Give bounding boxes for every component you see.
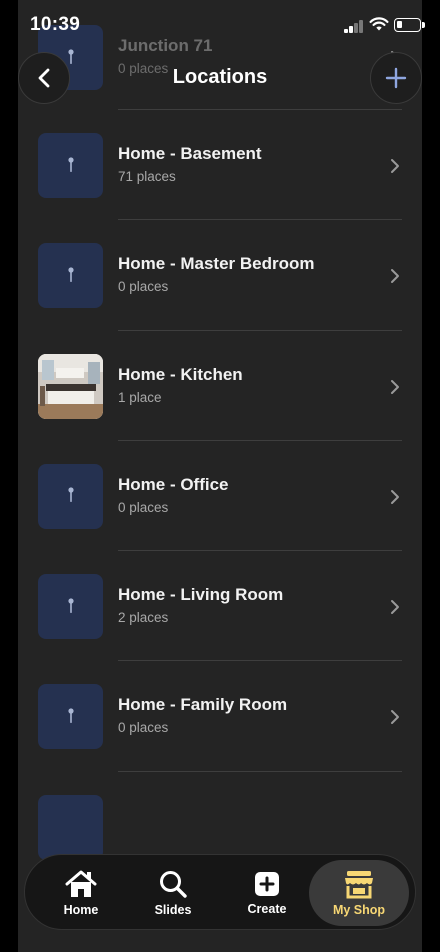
location-count: 0 places xyxy=(118,279,169,295)
storefront-icon xyxy=(345,871,373,899)
pin-icon xyxy=(67,156,74,172)
wifi-icon xyxy=(369,17,389,31)
pin-icon xyxy=(67,487,74,503)
plus-icon xyxy=(385,67,407,89)
location-thumbnail xyxy=(38,684,103,750)
location-name: Home - Master Bedroom xyxy=(118,254,315,274)
location-name: Home - Family Room xyxy=(118,695,288,715)
kitchen-photo xyxy=(38,353,103,419)
chevron-right-icon xyxy=(391,600,399,615)
chevron-right-icon xyxy=(391,710,399,725)
location-thumbnail xyxy=(38,463,103,529)
nav-item-my-shop[interactable]: My Shop xyxy=(309,860,409,926)
location-thumbnail xyxy=(38,574,103,640)
plus-square-icon xyxy=(255,872,279,896)
add-location-button[interactable] xyxy=(370,52,422,104)
location-row-office[interactable]: Home - Office 0 places xyxy=(18,441,422,552)
location-name: Home - Basement xyxy=(118,144,262,163)
location-name: Home - Kitchen xyxy=(118,364,243,384)
location-row-living-room[interactable]: Home - Living Room 2 places xyxy=(18,551,422,662)
nav-label: Create xyxy=(247,902,287,916)
status-time: 10:39 xyxy=(30,14,81,35)
location-row-master-bedroom[interactable]: Home - Master Bedroom 0 places xyxy=(18,220,422,331)
pin-icon xyxy=(67,708,74,723)
status-bar: 10:39 xyxy=(0,0,440,50)
location-count: 2 places xyxy=(118,610,169,626)
location-count: 1 place xyxy=(118,389,162,405)
nav-label: My Shop xyxy=(332,903,386,917)
nav-item-create[interactable]: Create xyxy=(219,855,315,931)
chevron-right-icon xyxy=(391,379,399,394)
locations-list: Junction 71 0 places Home - Basement 71 … xyxy=(18,25,422,882)
signal-icon xyxy=(344,19,364,33)
location-count: 71 places xyxy=(118,169,176,184)
chevron-right-icon xyxy=(391,159,399,173)
battery-icon xyxy=(394,18,425,32)
nav-item-home[interactable]: Home xyxy=(33,855,129,931)
location-row-basement[interactable]: Home - Basement 71 places xyxy=(18,110,422,221)
location-row-family-room[interactable]: Home - Family Room 0 places xyxy=(18,661,422,772)
bottom-nav: Home Slides Create My Shop xyxy=(24,854,416,930)
location-row-kitchen[interactable]: Home - Kitchen 1 place xyxy=(18,331,422,441)
nav-label: Home xyxy=(63,903,99,917)
location-thumbnail xyxy=(38,243,103,309)
chevron-right-icon xyxy=(391,489,399,504)
chevron-right-icon xyxy=(391,269,399,284)
location-thumbnail xyxy=(38,133,103,198)
header: Locations xyxy=(0,50,440,106)
location-name: Home - Office xyxy=(118,474,229,494)
nav-item-slides[interactable]: Slides xyxy=(125,855,221,931)
pin-icon xyxy=(67,598,74,613)
search-icon xyxy=(160,871,187,898)
location-count: 0 places xyxy=(118,499,169,515)
location-name: Home - Living Room xyxy=(118,585,284,605)
location-thumbnail xyxy=(38,794,103,860)
location-count: 0 places xyxy=(118,720,169,736)
nav-label: Slides xyxy=(154,903,192,917)
pin-icon xyxy=(67,267,74,282)
screen: 10:39 Junction 71 0 places Home - Baseme… xyxy=(0,0,440,952)
house-icon xyxy=(65,870,97,897)
